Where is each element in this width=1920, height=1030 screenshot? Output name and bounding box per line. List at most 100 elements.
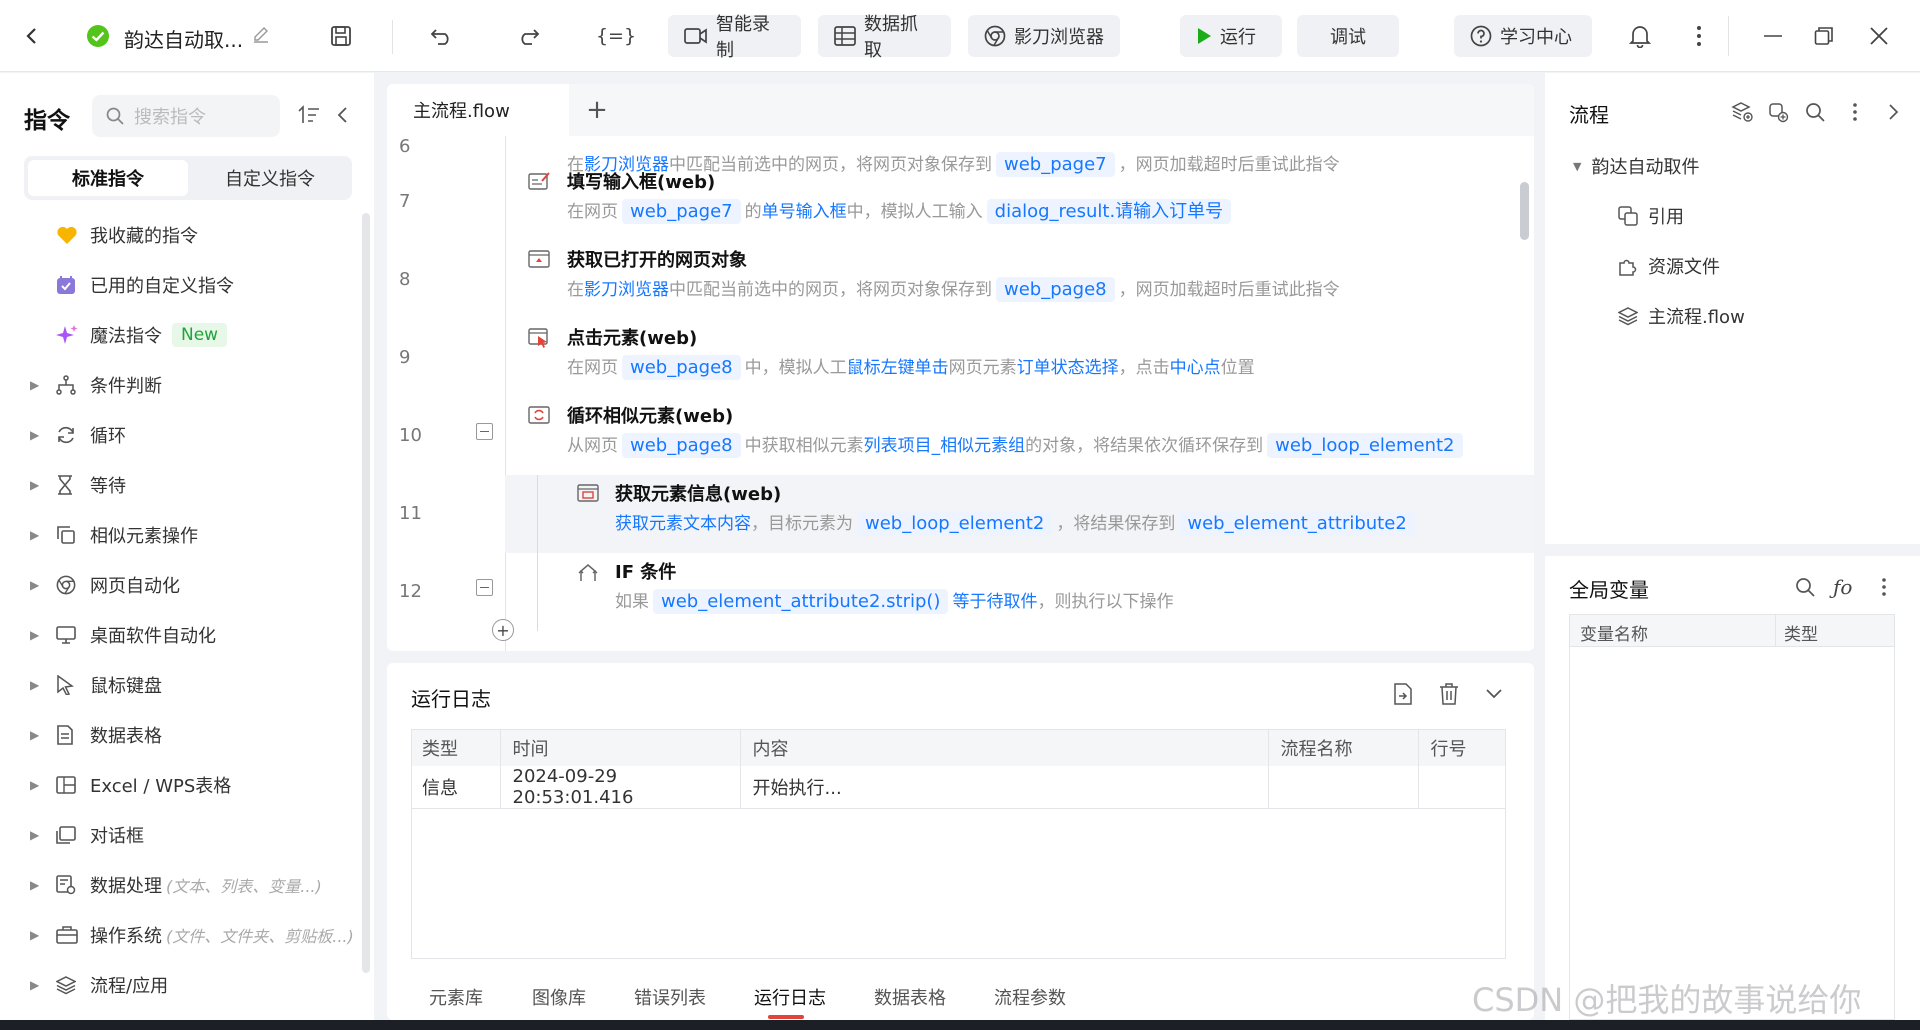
collapse-block-icon[interactable] xyxy=(476,423,493,440)
caret-right-icon: ▶ xyxy=(30,828,40,842)
restore-window-icon[interactable] xyxy=(1806,18,1842,54)
run-button[interactable]: 运行 xyxy=(1180,15,1282,57)
editor-scrollbar[interactable] xyxy=(1520,182,1529,240)
search-icon[interactable] xyxy=(1805,102,1825,122)
tab-custom-commands[interactable]: 自定义指令 xyxy=(192,160,348,196)
add-module-icon[interactable] xyxy=(1767,101,1789,123)
category-loop[interactable]: ▶ 循环 xyxy=(30,417,360,453)
watermark: CSDN @把我的故事说给你 xyxy=(1472,981,1862,1019)
back-chevron-left-icon[interactable] xyxy=(14,18,50,54)
layers-icon xyxy=(56,975,84,995)
minimize-icon[interactable] xyxy=(1755,18,1791,54)
more-vertical-icon[interactable] xyxy=(1681,18,1717,54)
category-flow-app[interactable]: ▶ 流程/应用 xyxy=(30,967,360,1003)
variable-token[interactable]: web_loop_element2 xyxy=(1267,433,1463,458)
keyword-token[interactable]: 待取件 xyxy=(986,592,1037,612)
edit-pencil-icon[interactable] xyxy=(252,26,270,44)
project-title[interactable]: 韵达自动取... xyxy=(124,24,243,53)
keyword-token[interactable]: 鼠标左键单击 xyxy=(847,358,949,378)
variable-token[interactable]: web_page8 xyxy=(622,433,741,458)
chevron-right-icon[interactable] xyxy=(1888,103,1900,121)
keyword-token[interactable]: 订单状态选择 xyxy=(1017,358,1119,378)
category-dialog[interactable]: ▶ 对话框 xyxy=(30,817,360,853)
flow-step-9[interactable]: 9 点击元素(web) 在网页 web_page8 中，模拟人工鼠标左键单击网页元素… xyxy=(387,319,1534,397)
flow-step-10[interactable]: 10 循环相似元素(web) 从网页 web_page8 中获取相似元素列表项目_相… xyxy=(387,397,1534,475)
magic-commands-item[interactable]: 魔法指令 New xyxy=(30,317,360,353)
browser-button[interactable]: 影刀浏览器 xyxy=(968,15,1120,57)
save-icon[interactable] xyxy=(323,18,359,54)
flow-step-7[interactable]: 7 填写输入框(web) 在网页 web_page7 的单号输入框中，模拟人工输入 d… xyxy=(387,163,1534,241)
flow-step-12[interactable]: 12 IF 条件 如果 web_element_attribute2.strip(… xyxy=(387,553,1534,641)
category-wait[interactable]: ▶ 等待 xyxy=(30,467,360,503)
tab-image-library[interactable]: 图像库 xyxy=(532,984,634,1010)
keyword-token[interactable]: 列表项目_相似元素组 xyxy=(864,436,1026,456)
category-condition[interactable]: ▶ 条件判断 xyxy=(30,367,360,403)
variable-token[interactable]: web_page8 xyxy=(622,355,741,380)
tree-root-item[interactable]: ▼ 韵达自动取件 xyxy=(1573,153,1699,179)
sort-icon[interactable] xyxy=(298,105,320,125)
tree-item-resources[interactable]: 资源文件 xyxy=(1618,253,1720,279)
tree-item-main-flow[interactable]: 主流程.flow xyxy=(1618,303,1745,329)
used-custom-item[interactable]: 已用的自定义指令 xyxy=(30,267,360,303)
learn-center-button[interactable]: 学习中心 xyxy=(1454,15,1592,57)
add-tab-button[interactable]: + xyxy=(579,92,615,128)
variable-token[interactable]: web_loop_element2 xyxy=(857,511,1053,536)
cell-type: 信息 xyxy=(412,766,501,809)
panel-scrollbar[interactable] xyxy=(362,213,370,973)
close-icon[interactable] xyxy=(1861,18,1897,54)
line-number: 6 xyxy=(399,136,411,157)
function-icon[interactable]: ƒo xyxy=(1833,575,1852,599)
chevron-down-icon[interactable] xyxy=(1485,688,1503,700)
debug-button[interactable]: 调试 xyxy=(1297,15,1399,57)
add-step-plus-icon[interactable]: + xyxy=(492,619,514,641)
loop-icon xyxy=(56,425,84,445)
line-number: 10 xyxy=(399,425,422,446)
collapse-block-icon[interactable] xyxy=(476,579,493,596)
keyword-token[interactable]: 中心点 xyxy=(1170,358,1221,378)
tab-standard-commands[interactable]: 标准指令 xyxy=(28,160,188,196)
tab-flow-params[interactable]: 流程参数 xyxy=(994,984,1114,1010)
collapse-panel-icon[interactable] xyxy=(336,106,348,124)
variable-token[interactable]: web_page8 xyxy=(996,277,1115,302)
code-braces-icon[interactable]: {=} xyxy=(596,18,636,54)
keyword-token[interactable]: 等于 xyxy=(952,592,986,612)
more-vertical-icon[interactable] xyxy=(1852,102,1858,122)
keyword-token[interactable]: 单号输入框 xyxy=(762,202,847,222)
tab-run-log[interactable]: 运行日志 xyxy=(754,984,874,1019)
search-icon[interactable] xyxy=(1795,577,1815,597)
variable-token[interactable]: web_element_attribute2.strip() xyxy=(653,589,949,614)
bell-icon[interactable] xyxy=(1622,18,1658,54)
category-similar-elements[interactable]: ▶ 相似元素操作 xyxy=(30,517,360,553)
favorites-item[interactable]: 我收藏的指令 xyxy=(30,217,360,253)
tab-main-flow[interactable]: 主流程.flow xyxy=(387,84,569,136)
delete-trash-icon[interactable] xyxy=(1439,683,1459,705)
category-web-automation[interactable]: ▶ 网页自动化 xyxy=(30,567,360,603)
tab-error-list[interactable]: 错误列表 xyxy=(634,984,754,1010)
browser-icon xyxy=(984,25,1006,47)
flow-step-11[interactable]: 11 获取元素信息(web) 获取元素文本内容，目标元素为 web_loop_el… xyxy=(387,475,1534,553)
add-process-icon[interactable] xyxy=(1731,101,1753,123)
table-row[interactable]: 信息 2024-09-29 20:53:01.416 开始执行... xyxy=(412,766,1505,809)
export-file-icon[interactable] xyxy=(1393,683,1413,705)
category-excel[interactable]: ▶ Excel / WPS表格 xyxy=(30,767,360,803)
variable-token[interactable]: web_page7 xyxy=(622,199,741,224)
keyword-token[interactable]: 获取元素文本内容 xyxy=(615,514,751,534)
tab-data-table[interactable]: 数据表格 xyxy=(874,984,994,1010)
tab-element-library[interactable]: 元素库 xyxy=(429,984,532,1010)
category-data-processing[interactable]: ▶ 数据处理 (文本、列表、变量...) xyxy=(30,867,360,903)
undo-icon[interactable] xyxy=(424,18,460,54)
tree-item-reference[interactable]: 引用 xyxy=(1618,203,1684,229)
command-search-input[interactable]: 搜索指令 xyxy=(92,95,280,137)
more-vertical-icon[interactable] xyxy=(1881,577,1887,597)
variable-token[interactable]: web_element_attribute2 xyxy=(1179,511,1415,536)
variable-token[interactable]: dialog_result.请输入订单号 xyxy=(986,199,1232,224)
category-operating-system[interactable]: ▶ 操作系统 (文件、文件夹、剪贴板...) xyxy=(30,917,360,953)
redo-icon[interactable] xyxy=(510,18,546,54)
data-grab-button[interactable]: 数据抓取 xyxy=(818,14,951,61)
category-desktop-automation[interactable]: ▶ 桌面软件自动化 xyxy=(30,617,360,653)
category-mouse-keyboard[interactable]: ▶ 鼠标键盘 xyxy=(30,667,360,703)
flow-step-8[interactable]: 8 获取已打开的网页对象 在影刀浏览器中匹配当前选中的网页，将网页对象保存到 we… xyxy=(387,241,1534,319)
category-data-table[interactable]: ▶ 数据表格 xyxy=(30,717,360,753)
keyword-token[interactable]: 影刀浏览器 xyxy=(584,280,669,300)
smart-record-button[interactable]: 智能录制 xyxy=(668,14,801,61)
